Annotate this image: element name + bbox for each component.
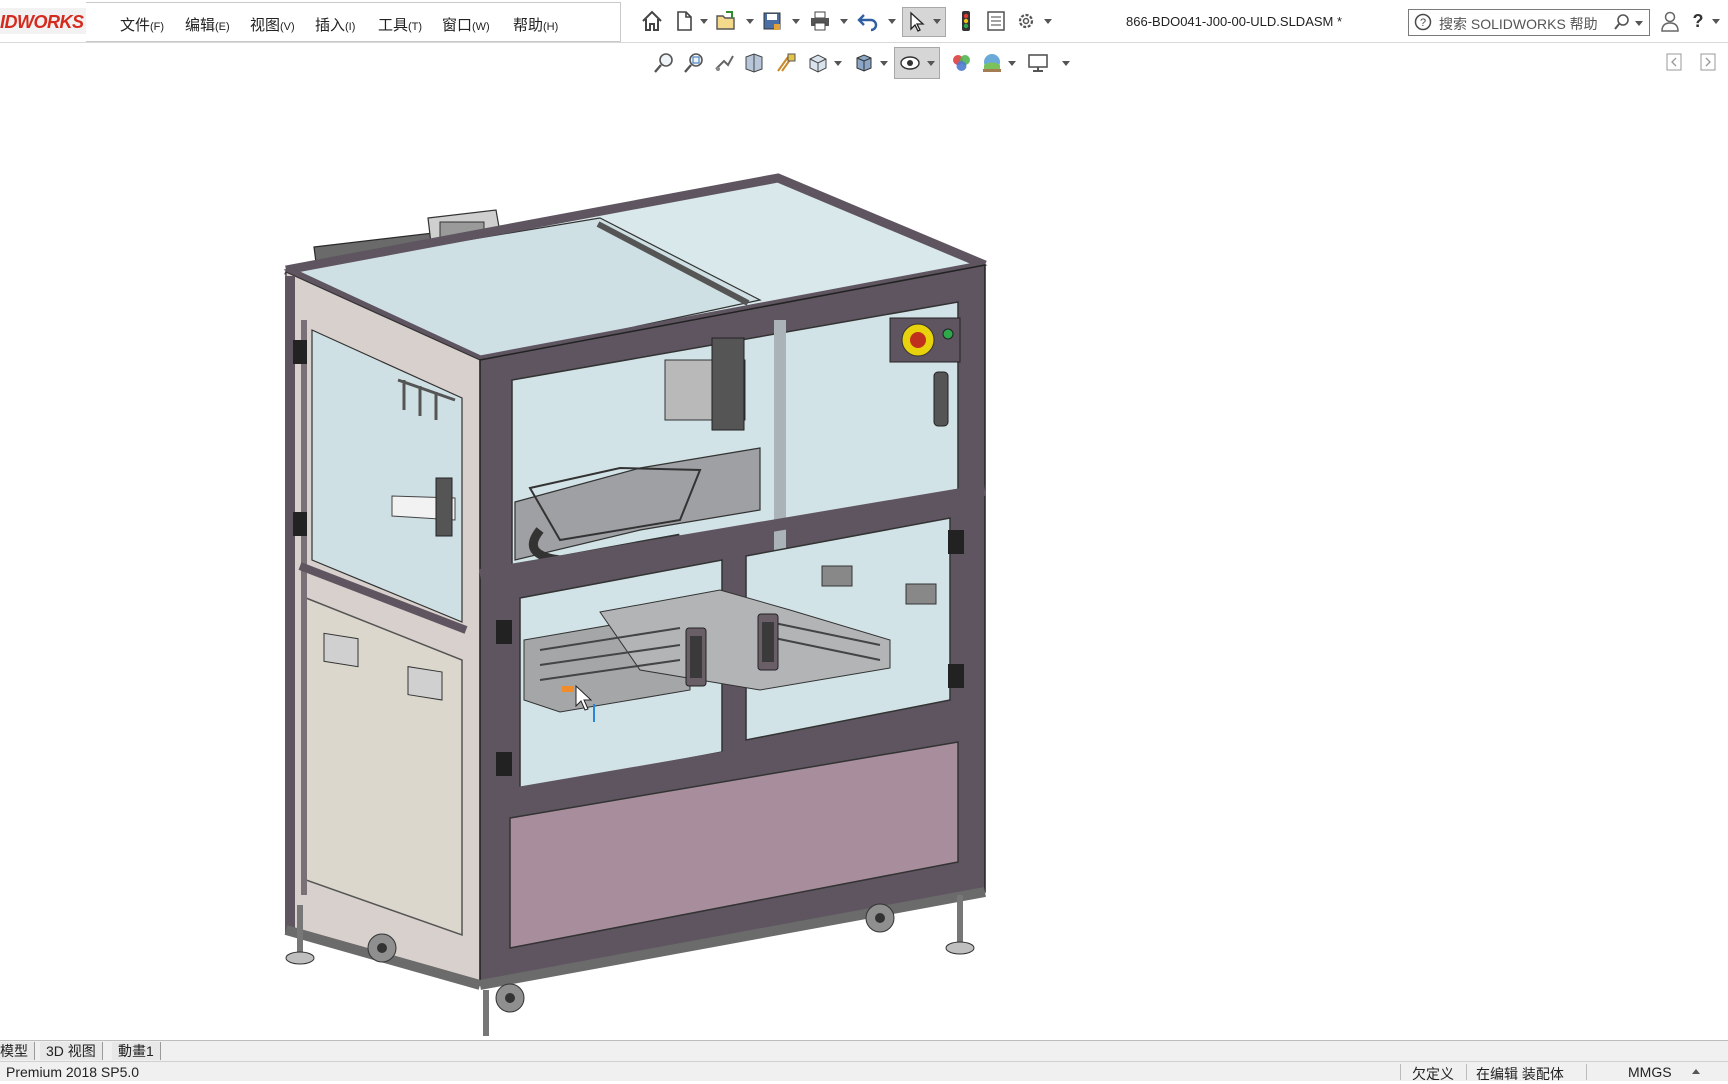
search-icon[interactable] <box>1613 13 1631 31</box>
status-definition: 欠定义 <box>1412 1066 1454 1082</box>
undo-dropdown-icon[interactable] <box>888 19 896 24</box>
home-icon[interactable] <box>640 9 664 33</box>
search-dropdown-icon[interactable] <box>1635 21 1643 26</box>
collapse-left-panel-icon[interactable] <box>1666 53 1682 71</box>
status-bar: Premium 2018 SP5.0 欠定义 在编辑 装配体 MMGS <box>0 1061 1728 1082</box>
new-dropdown-icon[interactable] <box>700 19 708 24</box>
menu-edit[interactable]: 编辑(E) <box>185 14 230 35</box>
svg-text:?: ? <box>1420 17 1426 29</box>
view-orientation-icon[interactable] <box>806 51 830 75</box>
tab-3d-view[interactable]: 3D 视图 <box>40 1042 103 1060</box>
options-icon[interactable] <box>1014 9 1038 33</box>
solidworks-logo[interactable]: IDWORKS <box>0 8 87 34</box>
help-search-box[interactable]: ? 搜索 SOLIDWORKS 帮助 <box>1408 9 1650 36</box>
file-properties-icon[interactable] <box>984 9 1008 33</box>
display-style-icon[interactable] <box>852 51 876 75</box>
status-version: Premium 2018 SP5.0 <box>6 1064 140 1080</box>
help-question-icon[interactable]: ? <box>1690 10 1706 32</box>
hide-show-items-icon <box>900 56 920 70</box>
menu-file[interactable]: 文件(F) <box>120 14 164 35</box>
menu-help[interactable]: 帮助(H) <box>513 14 558 35</box>
status-edit-mode: 在编辑 装配体 <box>1476 1066 1564 1082</box>
zoom-to-area-icon[interactable] <box>682 51 706 75</box>
print-icon[interactable] <box>808 9 832 33</box>
user-icon[interactable] <box>1660 10 1680 32</box>
status-divider <box>1586 1064 1587 1080</box>
display-style-dropdown-icon[interactable] <box>880 61 888 66</box>
undo-icon[interactable] <box>856 9 880 33</box>
save-dropdown-icon[interactable] <box>792 19 800 24</box>
status-divider <box>1400 1064 1401 1080</box>
menu-window[interactable]: 窗口(W) <box>442 14 490 35</box>
tab-motion-study[interactable]: 動畫1 <box>112 1042 161 1060</box>
print-dropdown-icon[interactable] <box>840 19 848 24</box>
units-menu-icon[interactable] <box>1692 1069 1700 1074</box>
select-button[interactable] <box>902 7 946 37</box>
tab-model[interactable]: 模型 <box>0 1042 35 1060</box>
save-icon[interactable] <box>760 9 784 33</box>
hide-show-dropdown-icon[interactable] <box>927 61 935 66</box>
menu-tools[interactable]: 工具(T) <box>378 14 422 35</box>
model-view-tabs: 模型 3D 视图 動畫1 <box>0 1040 1728 1061</box>
select-dropdown-icon[interactable] <box>933 19 941 24</box>
svg-text:?: ? <box>1693 11 1704 31</box>
open-dropdown-icon[interactable] <box>746 19 754 24</box>
search-input[interactable]: 搜索 SOLIDWORKS 帮助 <box>1439 14 1598 34</box>
options-dropdown-icon[interactable] <box>1044 19 1052 24</box>
section-view-icon[interactable] <box>742 51 766 75</box>
menu-insert[interactable]: 插入(I) <box>315 14 355 35</box>
view-settings-icon[interactable] <box>1026 51 1050 75</box>
new-file-icon[interactable] <box>672 9 696 33</box>
heads-up-view-toolbar <box>0 45 1728 81</box>
apply-scene-icon[interactable] <box>980 51 1004 75</box>
logo-text: IDWORKS <box>0 12 84 32</box>
status-divider <box>1466 1064 1467 1080</box>
hide-show-button[interactable] <box>894 47 940 79</box>
menu-bar: 文件(F) 编辑(E) 视图(V) 插入(I) 工具(T) 窗口(W) 帮助(H… <box>86 2 690 42</box>
document-title: 866-BDO041-J00-00-ULD.SLDASM * <box>1126 14 1343 29</box>
select-icon <box>910 11 925 32</box>
menu-view[interactable]: 视图(V) <box>250 14 295 35</box>
rebuild-icon[interactable] <box>954 9 978 33</box>
dynamic-annotation-icon[interactable] <box>774 51 798 75</box>
machine-assembly-model[interactable] <box>0 82 1728 1040</box>
apply-scene-dropdown-icon[interactable] <box>1008 61 1016 66</box>
zoom-to-fit-icon[interactable] <box>652 51 676 75</box>
view-settings-dropdown-icon[interactable] <box>1062 61 1070 66</box>
collapse-right-panel-icon[interactable] <box>1700 53 1716 71</box>
previous-view-icon[interactable] <box>712 51 736 75</box>
edit-appearance-icon[interactable] <box>950 51 974 75</box>
view-orientation-dropdown-icon[interactable] <box>834 61 842 66</box>
help-dropdown-icon[interactable] <box>1712 19 1720 24</box>
graphics-area[interactable] <box>0 82 1728 1042</box>
open-file-icon[interactable] <box>714 9 738 33</box>
title-bar: IDWORKS 文件(F) 编辑(E) 视图(V) 插入(I) 工具(T) 窗口… <box>0 0 1728 43</box>
help-icon: ? <box>1414 13 1432 31</box>
status-units[interactable]: MMGS <box>1628 1064 1672 1080</box>
